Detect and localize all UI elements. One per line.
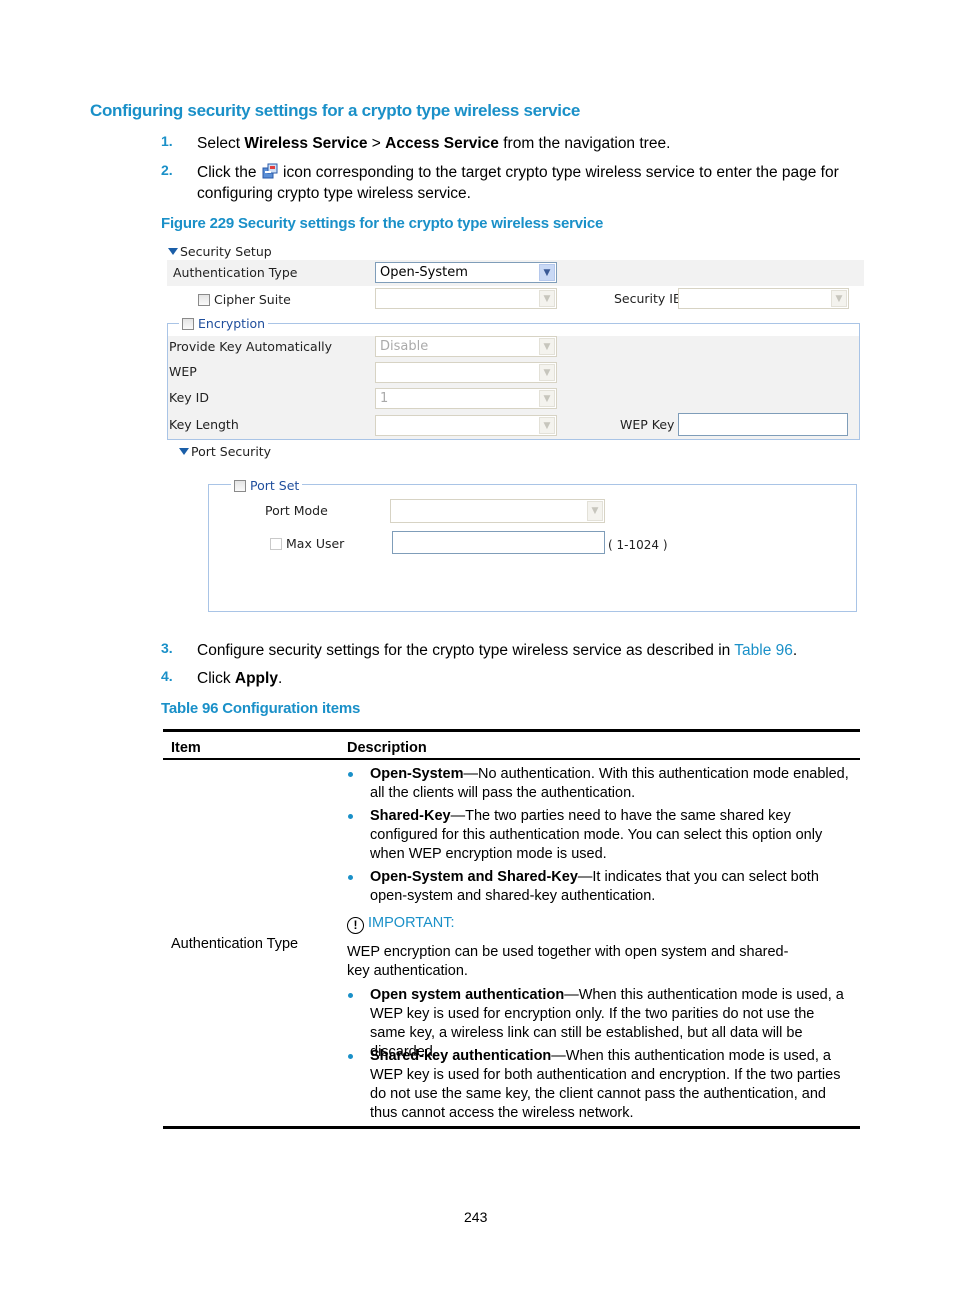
list-item: Shared-Key—The two parties need to have … xyxy=(348,807,853,864)
security-settings-figure: Security Setup Authentication Type Open-… xyxy=(0,0,954,620)
bullet-icon xyxy=(348,1054,353,1059)
step-text: Click Apply. xyxy=(197,670,283,687)
port-security-toggle[interactable]: Port Security xyxy=(179,444,271,459)
cipher-suite-checkbox[interactable]: Cipher Suite xyxy=(198,292,291,307)
chevron-down-icon: ▼ xyxy=(539,417,555,434)
table-96-link[interactable]: Table 96 xyxy=(734,642,793,659)
chevron-down-icon: ▼ xyxy=(587,501,603,521)
bullet-icon xyxy=(348,772,353,777)
wep-select[interactable]: ▼ xyxy=(375,362,557,383)
port-set-checkbox[interactable]: Port Set xyxy=(231,478,303,493)
collapse-triangle-icon xyxy=(179,448,189,455)
key-id-select[interactable]: 1 ▼ xyxy=(375,388,557,409)
table-bottom-rule xyxy=(163,1126,860,1129)
chevron-down-icon: ▼ xyxy=(539,364,555,381)
list-item: Shared-key authentication—When this auth… xyxy=(348,1047,853,1123)
max-user-range: ( 1-1024 ) xyxy=(608,538,668,552)
auth-type-select[interactable]: Open-System ▼ xyxy=(375,262,557,283)
max-user-checkbox[interactable]: Max User xyxy=(270,536,344,551)
table-header-item: Item xyxy=(171,740,201,756)
key-length-label: Key Length xyxy=(169,417,239,432)
bullet-icon xyxy=(348,993,353,998)
list-item: Open-System—No authentication. With this… xyxy=(348,765,853,803)
provide-key-label: Provide Key Automatically xyxy=(169,339,333,354)
important-note-text: WEP encryption can be used together with… xyxy=(347,944,789,979)
auth-type-label: Authentication Type xyxy=(173,265,298,280)
important-icon: ! xyxy=(347,917,364,934)
chevron-down-icon: ▼ xyxy=(539,390,555,407)
encryption-checkbox[interactable]: Encryption xyxy=(179,316,269,331)
key-id-label: Key ID xyxy=(169,390,209,405)
page-number: 243 xyxy=(464,1209,488,1225)
important-note-header: ! IMPORTANT: xyxy=(347,914,455,934)
key-length-select[interactable]: ▼ xyxy=(375,415,557,436)
security-ie-label: Security IE xyxy=(614,291,681,306)
cipher-suite-select[interactable]: ▼ xyxy=(375,288,557,309)
chevron-down-icon: ▼ xyxy=(539,338,555,355)
security-setup-toggle[interactable]: Security Setup xyxy=(168,244,272,259)
step-text: Configure security settings for the cryp… xyxy=(197,642,798,659)
table-header-rule xyxy=(163,758,860,760)
checkbox-icon xyxy=(182,318,194,330)
security-ie-select[interactable]: ▼ xyxy=(678,288,849,309)
bullet-icon xyxy=(348,814,353,819)
port-mode-select[interactable]: ▼ xyxy=(390,499,605,523)
bullet-icon xyxy=(348,875,353,880)
step-3: 3. Configure security settings for the c… xyxy=(161,640,861,662)
checkbox-icon xyxy=(270,538,282,550)
port-mode-label: Port Mode xyxy=(265,503,328,518)
wep-key-input[interactable] xyxy=(678,413,848,436)
max-user-input[interactable] xyxy=(392,531,605,554)
provide-key-select[interactable]: Disable ▼ xyxy=(375,336,557,357)
wep-label: WEP xyxy=(169,364,197,379)
checkbox-icon xyxy=(234,480,246,492)
chevron-down-icon: ▼ xyxy=(831,290,847,307)
checkbox-icon xyxy=(198,294,210,306)
list-item: Open-System and Shared-Key—It indicates … xyxy=(348,868,853,906)
wep-key-label: WEP Key xyxy=(620,417,675,432)
table-top-rule xyxy=(163,729,860,732)
table-caption: Table 96 Configuration items xyxy=(161,700,361,717)
table-header-description: Description xyxy=(347,740,427,756)
step-4: 4. Click Apply. xyxy=(161,668,861,690)
chevron-down-icon: ▼ xyxy=(539,290,555,307)
table-cell-item: Authentication Type xyxy=(171,936,299,952)
step-number: 3. xyxy=(161,640,173,656)
step-number: 4. xyxy=(161,668,173,684)
chevron-down-icon: ▼ xyxy=(539,264,555,281)
collapse-triangle-icon xyxy=(168,248,178,255)
